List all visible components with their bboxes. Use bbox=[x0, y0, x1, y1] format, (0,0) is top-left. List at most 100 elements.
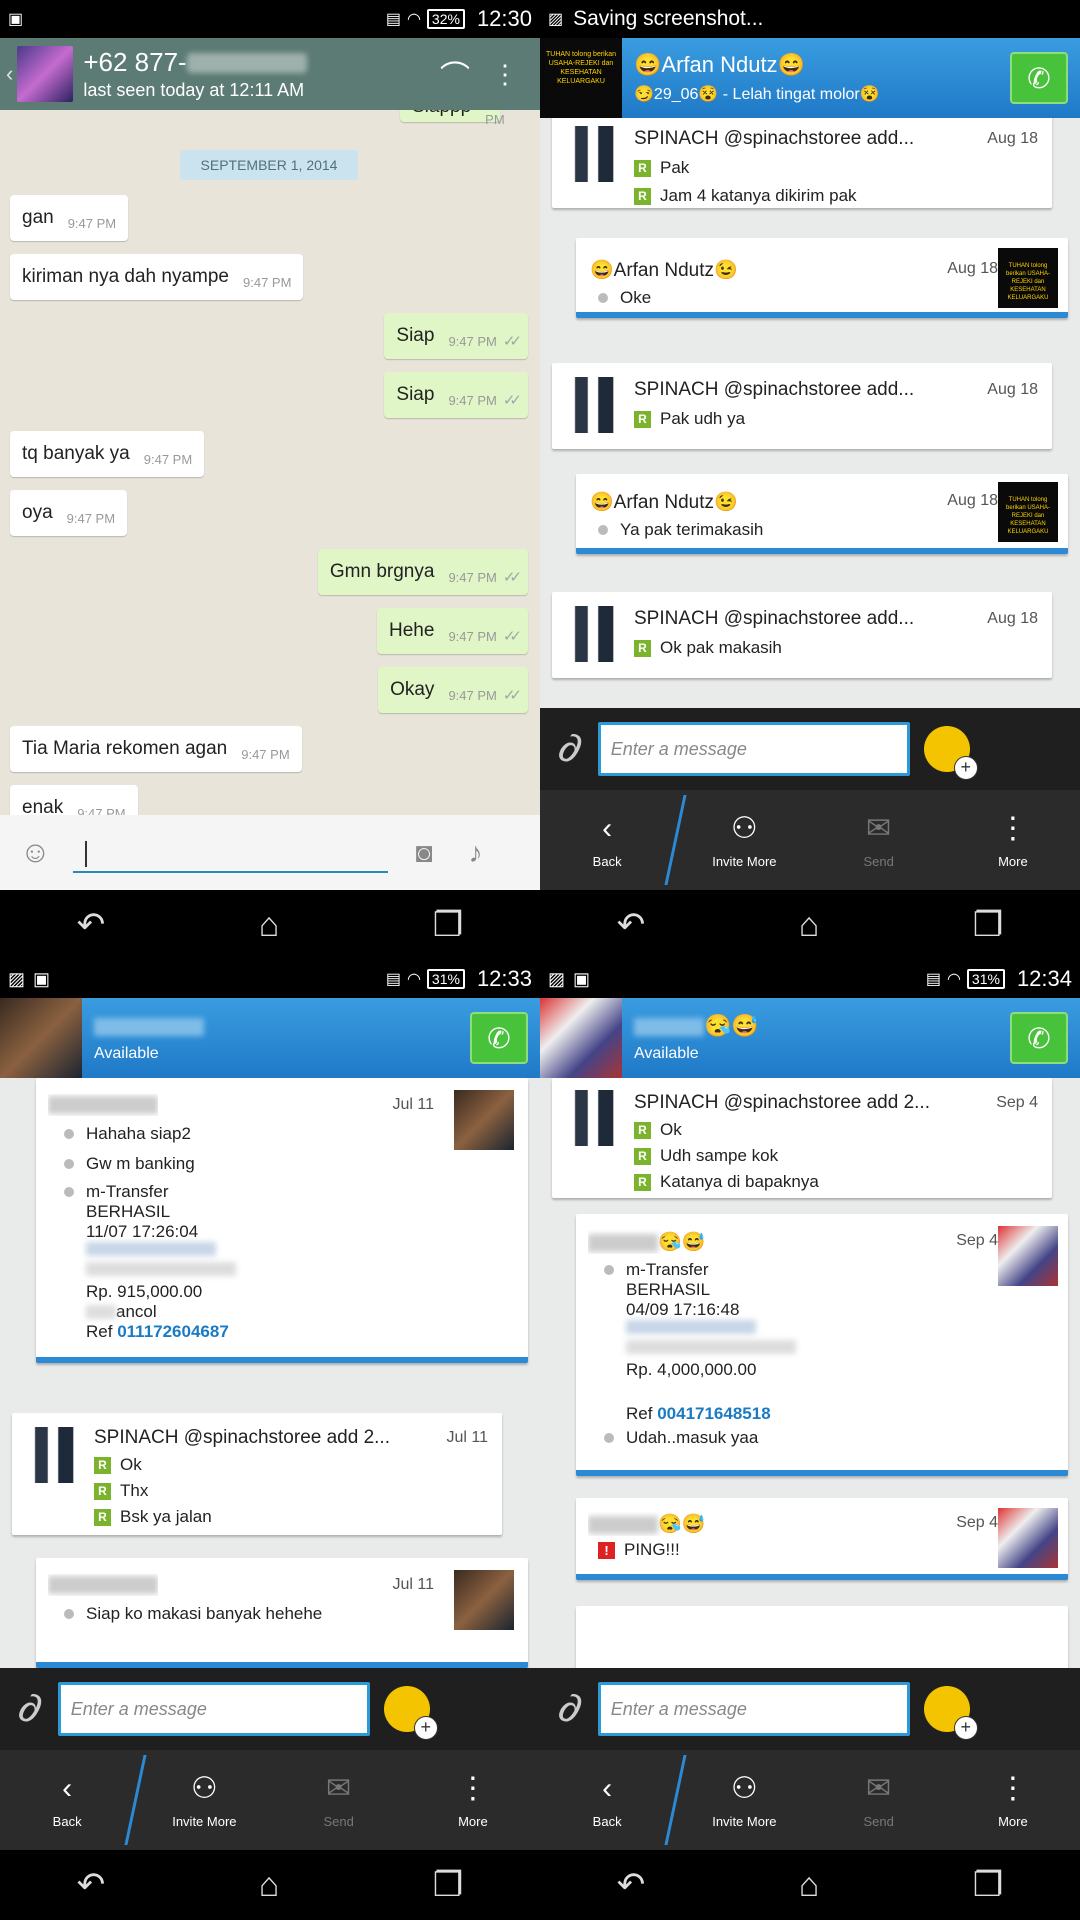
back-chevron-icon[interactable]: ‹ bbox=[6, 61, 13, 87]
attach-icon[interactable]: ∂ bbox=[553, 1684, 587, 1733]
camera-icon[interactable]: ◙ bbox=[416, 837, 433, 869]
redacted-number bbox=[186, 52, 307, 73]
more-button[interactable]: ⋮ More bbox=[946, 811, 1080, 869]
reference-link[interactable]: 004171648518 bbox=[657, 1404, 770, 1424]
back-arrow-icon[interactable]: ↶ bbox=[617, 905, 646, 945]
compose-bar: ☺ ◙ ♪ bbox=[0, 815, 540, 890]
message-card-mine[interactable]: 😄Arfan Ndutz😉 Aug 18 Oke TUHAN tolong be… bbox=[576, 238, 1068, 318]
send-button[interactable]: ✉ Send bbox=[812, 811, 946, 869]
send-button[interactable]: ✉ Send bbox=[812, 1771, 946, 1829]
message-out[interactable]: Gmn brgnya 9:47 PM ✓✓ bbox=[317, 549, 528, 595]
read-ticks-icon: ✓✓ bbox=[502, 628, 522, 645]
status-dot-icon bbox=[598, 525, 608, 535]
call-button[interactable]: ✆ bbox=[1010, 1012, 1068, 1064]
sender-thumbnail bbox=[998, 1226, 1058, 1286]
message-input[interactable]: Enter a message bbox=[57, 1682, 370, 1736]
back-arrow-icon[interactable]: ↶ bbox=[617, 1865, 646, 1905]
message-out[interactable]: Siap 9:47 PM ✓✓ bbox=[384, 372, 528, 418]
message-card[interactable] bbox=[576, 1606, 1068, 1668]
back-button[interactable]: ‹ Back bbox=[540, 1772, 674, 1829]
chat-header[interactable]: TUHAN tolong berikan USAHA-REJEKI dan KE… bbox=[540, 38, 1080, 118]
message-input[interactable] bbox=[72, 833, 388, 873]
home-icon[interactable]: ⌂ bbox=[259, 1866, 280, 1905]
message-card-mine[interactable]: 😪😅 Sep 4 m-Transfer BERHASIL 04/09 17:16… bbox=[576, 1214, 1068, 1476]
call-button[interactable]: ✆ bbox=[1010, 52, 1068, 104]
back-arrow-icon[interactable]: ↶ bbox=[77, 905, 106, 945]
status-bar: ▨ ▣ ▤ ◠ 31% 12:33 bbox=[0, 960, 540, 998]
recents-icon[interactable]: ❐ bbox=[973, 905, 1003, 945]
emoji-icon[interactable]: ☺ bbox=[20, 836, 51, 870]
message-card-mine[interactable]: Jul 11 Hahaha siap2 Gw m banking m-Trans… bbox=[36, 1078, 528, 1363]
sender-avatar bbox=[564, 1090, 622, 1146]
message-out[interactable]: Siap 9:47 PM ✓✓ bbox=[384, 313, 528, 359]
message-in[interactable]: Tia Maria rekomen agan 9:47 PM bbox=[10, 726, 302, 772]
system-nav-bar: ↶ ⌂ ❐ bbox=[540, 1850, 1080, 1920]
contact-avatar[interactable] bbox=[0, 998, 82, 1078]
message-card[interactable]: SPINACH @spinachstoree add... Aug 18 R Pa… bbox=[552, 118, 1052, 208]
back-button[interactable]: ‹ Back bbox=[0, 1772, 134, 1829]
invite-more-button[interactable]: ⚇ Invite More bbox=[677, 811, 811, 869]
invite-more-button[interactable]: ⚇ Invite More bbox=[677, 1771, 811, 1829]
message-in[interactable]: tq banyak ya 9:47 PM bbox=[10, 431, 205, 477]
message-in[interactable]: gan 9:47 PM bbox=[10, 195, 129, 241]
back-arrow-icon[interactable]: ↶ bbox=[77, 1865, 106, 1905]
message-card-mine[interactable]: 😪😅 Sep 4 ! PING!!! bbox=[576, 1498, 1068, 1580]
more-button[interactable]: ⋮ More bbox=[406, 1771, 540, 1829]
back-button[interactable]: ‹ Back bbox=[540, 812, 674, 869]
bbm-notification-icon: ▣ bbox=[33, 968, 51, 989]
recents-icon[interactable]: ❐ bbox=[973, 1865, 1003, 1905]
attach-icon[interactable]: ⌒ bbox=[440, 52, 470, 96]
chat-header[interactable]: 😪😅 Available ✆ bbox=[540, 998, 1080, 1078]
chat-area[interactable]: Siappp1:38 PM SEPTEMBER 1, 2014 gan9:47 … bbox=[0, 110, 540, 815]
microphone-icon[interactable]: ♪ bbox=[469, 837, 483, 869]
reference-link[interactable]: 011172604687 bbox=[117, 1322, 229, 1342]
status-bar: ▣ ▤ ◠ 32% 12:30 bbox=[0, 0, 540, 38]
message-in[interactable]: enak 9:47 PM bbox=[10, 785, 138, 815]
read-ticks-icon: ✓✓ bbox=[502, 569, 522, 586]
chat-header[interactable]: Available ✆ bbox=[0, 998, 540, 1078]
home-icon[interactable]: ⌂ bbox=[259, 906, 280, 945]
message-card[interactable]: SPINACH @spinachstoree add... Aug 18 R Ok… bbox=[552, 592, 1052, 678]
chat-header[interactable]: ‹ +62 877- last seen today at 12:11 AM ⌒… bbox=[0, 38, 540, 110]
message-input[interactable]: Enter a message bbox=[597, 722, 910, 776]
contact-avatar[interactable] bbox=[540, 998, 622, 1078]
message-input[interactable]: Enter a message bbox=[597, 1682, 910, 1736]
recents-icon[interactable]: ❐ bbox=[433, 1865, 463, 1905]
chat-area[interactable]: SPINACH @spinachstoree add... Aug 18 R Pa… bbox=[540, 118, 1080, 708]
contact-avatar[interactable]: TUHAN tolong berikan USAHA-REJEKI dan KE… bbox=[540, 38, 622, 118]
message-out[interactable]: Hehe 9:47 PM ✓✓ bbox=[377, 608, 528, 654]
bbm-screen-2: ▨ ▣ ▤ ◠ 31% 12:33 Available ✆ Jul 11 Hahaha… bbox=[0, 960, 540, 1920]
message-out[interactable]: Okay 9:47 PM ✓✓ bbox=[378, 667, 528, 713]
overflow-menu-icon[interactable]: ⋮ bbox=[492, 59, 518, 90]
chat-area[interactable]: SPINACH @spinachstoree add 2... Sep 4 RO… bbox=[540, 1078, 1080, 1668]
message-in[interactable]: oya 9:47 PM bbox=[10, 490, 128, 536]
notification-icon: ▣ bbox=[8, 11, 24, 28]
sim-icon: ▤ bbox=[385, 11, 401, 28]
message-card-mine[interactable]: 😄Arfan Ndutz😉 Aug 18 Ya pak terimakasih … bbox=[576, 474, 1068, 554]
attach-icon[interactable]: ∂ bbox=[13, 1684, 47, 1733]
sender-avatar bbox=[24, 1427, 82, 1483]
bbm-send-icon: ✉ bbox=[326, 1772, 352, 1805]
message-card[interactable]: SPINACH @spinachstoree add... Aug 18 R Pa… bbox=[552, 363, 1052, 449]
send-button[interactable]: ✉ Send bbox=[272, 1771, 406, 1829]
message-card[interactable]: SPINACH @spinachstoree add 2... Sep 4 RO… bbox=[552, 1078, 1052, 1198]
message-card-mine[interactable]: Jul 11 Siap ko makasi banyak hehehe bbox=[36, 1558, 528, 1668]
contact-avatar[interactable] bbox=[17, 46, 74, 102]
contact-status: 😏29_06😵 - Lelah tingat molor😵 bbox=[634, 86, 880, 103]
invite-more-button[interactable]: ⚇ Invite More bbox=[137, 1771, 271, 1829]
home-icon[interactable]: ⌂ bbox=[799, 906, 820, 945]
recents-icon[interactable]: ❐ bbox=[433, 905, 463, 945]
call-button[interactable]: ✆ bbox=[470, 1012, 528, 1064]
emoticon-icon[interactable] bbox=[383, 1686, 438, 1740]
attach-icon[interactable]: ∂ bbox=[553, 724, 587, 773]
emoticon-icon[interactable] bbox=[923, 726, 978, 780]
redacted-account bbox=[86, 1262, 236, 1276]
more-button[interactable]: ⋮ More bbox=[946, 1771, 1080, 1829]
redacted-account bbox=[86, 1242, 216, 1256]
emoticon-icon[interactable] bbox=[923, 1686, 978, 1740]
chat-area[interactable]: Jul 11 Hahaha siap2 Gw m banking m-Trans… bbox=[0, 1078, 540, 1668]
redacted-name bbox=[94, 1018, 204, 1037]
message-card[interactable]: SPINACH @spinachstoree add 2... Jul 11 R… bbox=[12, 1413, 502, 1535]
home-icon[interactable]: ⌂ bbox=[799, 1866, 820, 1905]
message-in[interactable]: kiriman nya dah nyampe 9:47 PM bbox=[10, 254, 304, 300]
